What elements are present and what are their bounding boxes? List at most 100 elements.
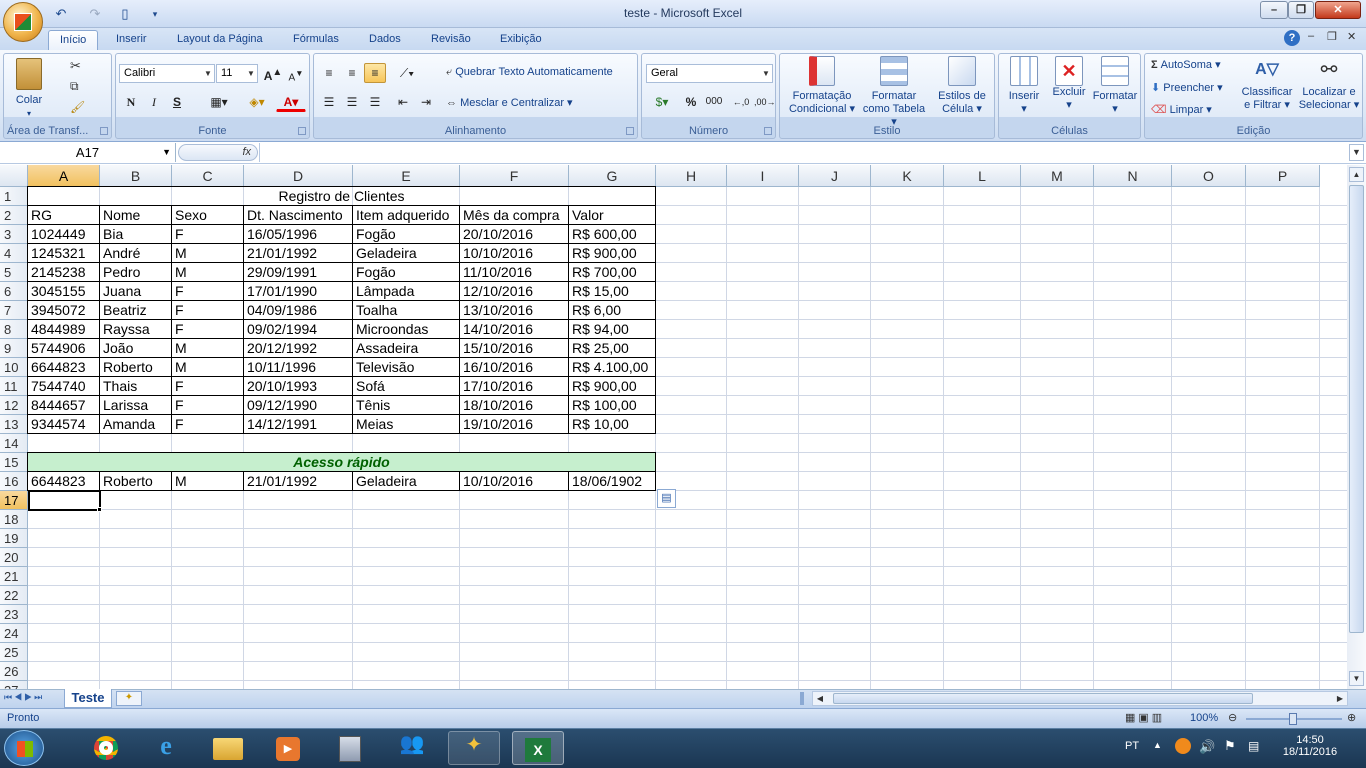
row-header-14[interactable]: 14: [0, 434, 28, 453]
column-header-e[interactable]: E: [353, 165, 460, 187]
data-cell[interactable]: 3945072: [27, 300, 100, 320]
insert-function-button[interactable]: fx: [178, 144, 258, 161]
header-cell[interactable]: RG: [27, 205, 100, 225]
shrink-font-button[interactable]: A▼: [285, 63, 307, 83]
minimize-button[interactable]: –: [1260, 1, 1288, 19]
hscroll-thumb[interactable]: [833, 693, 1253, 704]
paste-options-icon[interactable]: ▤: [657, 489, 676, 508]
align-middle-icon[interactable]: ≡: [341, 63, 363, 83]
grow-font-button[interactable]: A▲: [262, 63, 284, 83]
insert-sheet-icon[interactable]: ✦: [116, 691, 142, 706]
data-cell[interactable]: Televisão: [352, 357, 460, 377]
increase-decimal-icon[interactable]: ←,0: [730, 92, 752, 112]
row-header-20[interactable]: 20: [0, 548, 28, 567]
conditional-formatting-button[interactable]: Formatação Condicional ▾: [784, 56, 860, 116]
data-cell[interactable]: André: [99, 243, 172, 263]
data-cell[interactable]: 9344574: [27, 414, 100, 434]
horizontal-scrollbar[interactable]: ◀ ▶: [812, 691, 1348, 706]
doc-close-icon[interactable]: ✕: [1347, 30, 1356, 43]
insert-cells-button[interactable]: Inserir ▾: [1002, 56, 1046, 116]
column-header-m[interactable]: M: [1021, 165, 1094, 187]
data-cell[interactable]: 4844989: [27, 319, 100, 339]
column-header-d[interactable]: D: [244, 165, 353, 187]
data-cell[interactable]: R$ 10,00: [568, 414, 656, 434]
data-cell[interactable]: 1024449: [27, 224, 100, 244]
data-cell[interactable]: M: [171, 262, 244, 282]
data-cell[interactable]: 20/10/2016: [459, 224, 569, 244]
data-cell[interactable]: R$ 25,00: [568, 338, 656, 358]
excel-taskbar-icon[interactable]: X: [512, 731, 564, 765]
data-cell[interactable]: 3045155: [27, 281, 100, 301]
row-header-9[interactable]: 9: [0, 339, 28, 358]
row-header-18[interactable]: 18: [0, 510, 28, 529]
column-header-l[interactable]: L: [944, 165, 1021, 187]
doc-minimize-icon[interactable]: –: [1308, 30, 1314, 42]
data-cell[interactable]: F: [171, 281, 244, 301]
data-cell[interactable]: 20/10/1993: [243, 376, 353, 396]
row-header-16[interactable]: 16: [0, 472, 28, 491]
row-header-21[interactable]: 21: [0, 567, 28, 586]
header-cell[interactable]: Mês da compra: [459, 205, 569, 225]
data-cell[interactable]: R$ 6,00: [568, 300, 656, 320]
tray-app-icon[interactable]: [1175, 738, 1191, 754]
row-header-4[interactable]: 4: [0, 244, 28, 263]
find-select-button[interactable]: ⚯ Localizar e Selecionar ▾: [1297, 56, 1361, 112]
scroll-down-icon[interactable]: ▼: [1349, 671, 1364, 686]
dialog-launcher-icon[interactable]: [626, 127, 634, 135]
row-header-13[interactable]: 13: [0, 415, 28, 434]
select-all-corner[interactable]: [0, 165, 28, 187]
game-icon[interactable]: ✦: [448, 731, 500, 765]
file-explorer-icon[interactable]: [202, 731, 254, 765]
close-button[interactable]: ✕: [1315, 1, 1361, 19]
data-cell[interactable]: 21/01/1992: [243, 243, 353, 263]
column-header-j[interactable]: J: [799, 165, 871, 187]
tab-dados[interactable]: Dados: [358, 30, 412, 51]
scroll-left-icon[interactable]: ◀: [813, 692, 827, 705]
data-cell[interactable]: Amanda: [99, 414, 172, 434]
data-cell[interactable]: R$ 4.100,00: [568, 357, 656, 377]
decrease-indent-icon[interactable]: ⇤: [392, 92, 414, 112]
data-cell[interactable]: M: [171, 357, 244, 377]
data-cell[interactable]: Lâmpada: [352, 281, 460, 301]
scroll-right-icon[interactable]: ▶: [1333, 692, 1347, 705]
data-cell[interactable]: Toalha: [352, 300, 460, 320]
quick-access-cell[interactable]: 10/10/2016: [459, 471, 569, 491]
column-header-g[interactable]: G: [569, 165, 656, 187]
data-cell[interactable]: 15/10/2016: [459, 338, 569, 358]
data-cell[interactable]: R$ 900,00: [568, 243, 656, 263]
sheet-tab-teste[interactable]: Teste: [64, 689, 112, 708]
clear-button[interactable]: ⌫ Limpar ▾: [1151, 103, 1212, 116]
orientation-icon[interactable]: ⟋▾: [392, 63, 422, 83]
data-cell[interactable]: 09/02/1994: [243, 319, 353, 339]
tab-layout[interactable]: Layout da Página: [166, 30, 274, 51]
fill-handle[interactable]: [97, 507, 102, 512]
header-cell[interactable]: Dt. Nascimento: [243, 205, 353, 225]
data-cell[interactable]: 19/10/2016: [459, 414, 569, 434]
row-header-27[interactable]: 27: [0, 681, 28, 689]
copy-icon[interactable]: ⧉: [70, 79, 79, 94]
data-cell[interactable]: 1245321: [27, 243, 100, 263]
data-cell[interactable]: M: [171, 243, 244, 263]
data-cell[interactable]: R$ 600,00: [568, 224, 656, 244]
decrease-decimal-icon[interactable]: ,00→: [753, 92, 776, 112]
font-color-icon[interactable]: A▾: [276, 92, 306, 112]
data-cell[interactable]: F: [171, 300, 244, 320]
data-cell[interactable]: Rayssa: [99, 319, 172, 339]
data-cell[interactable]: Pedro: [99, 262, 172, 282]
scroll-thumb[interactable]: [1349, 185, 1364, 633]
tab-inicio[interactable]: Início: [48, 30, 99, 51]
number-format-combo[interactable]: Geral ▼: [646, 64, 773, 83]
data-cell[interactable]: Sofá: [352, 376, 460, 396]
data-cell[interactable]: Larissa: [99, 395, 172, 415]
data-cell[interactable]: Bia: [99, 224, 172, 244]
quick-access-cell[interactable]: M: [171, 471, 244, 491]
data-cell[interactable]: Meias: [352, 414, 460, 434]
thousands-button[interactable]: 000: [703, 92, 725, 112]
data-cell[interactable]: 17/10/2016: [459, 376, 569, 396]
header-cell[interactable]: Valor: [568, 205, 656, 225]
data-cell[interactable]: 09/12/1990: [243, 395, 353, 415]
tab-exibicao[interactable]: Exibição: [489, 30, 553, 51]
vertical-scrollbar[interactable]: ▲ ▼: [1347, 165, 1366, 689]
data-cell[interactable]: R$ 94,00: [568, 319, 656, 339]
data-cell[interactable]: R$ 15,00: [568, 281, 656, 301]
